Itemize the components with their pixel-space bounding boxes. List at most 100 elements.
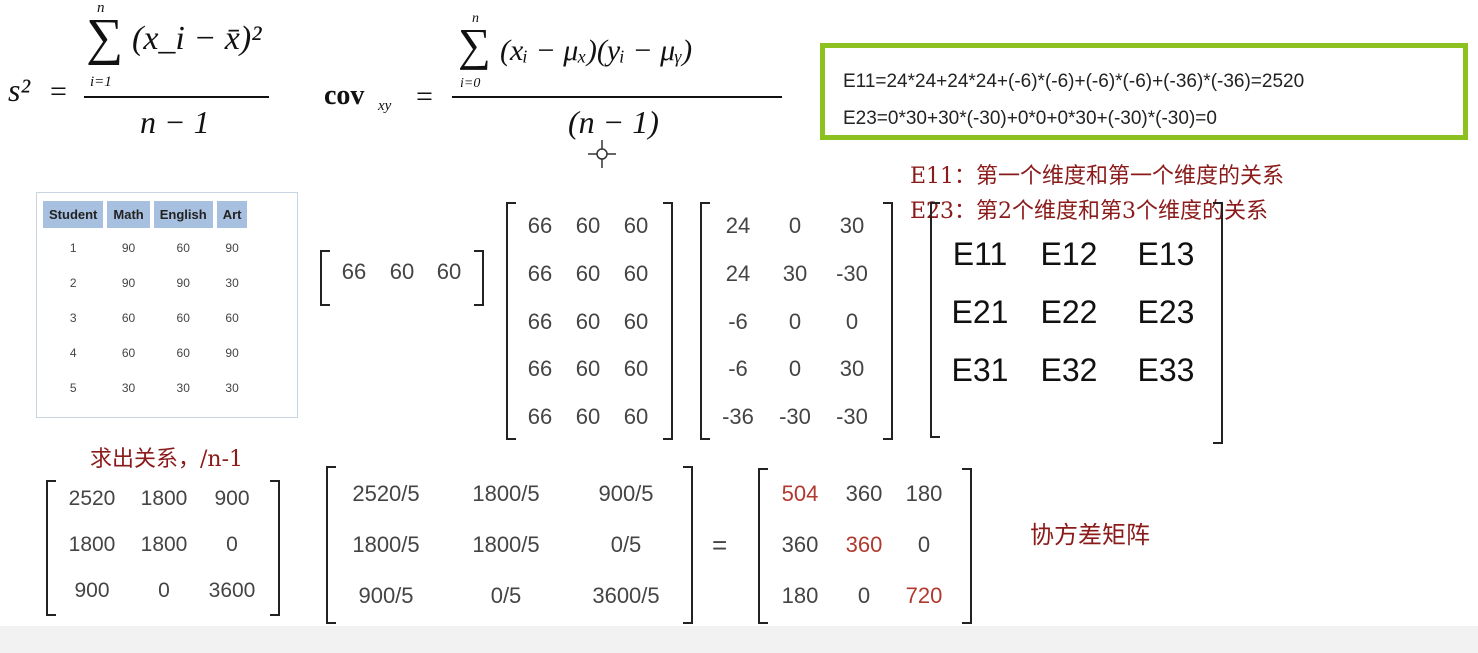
bracket-right <box>1213 202 1223 444</box>
bracket-right <box>474 250 484 306</box>
table-cell: 60 <box>121 310 136 325</box>
covariance-sigma-bottom: i=0 <box>460 76 481 91</box>
matrix-cell: 0 <box>226 533 238 556</box>
matrix-cell: E22 <box>1040 294 1098 330</box>
matrix-cell: E12 <box>1040 236 1098 272</box>
table-row: 4 60 60 90 <box>43 337 247 368</box>
covariance-denominator: (n − 1) <box>568 104 659 140</box>
bracket-left <box>326 466 336 624</box>
bracket-left <box>758 468 768 624</box>
matrix-cell: 3600/5 <box>592 583 660 608</box>
matrix-cell: 0 <box>788 213 802 238</box>
matrix-cell: 900/5 <box>598 481 654 506</box>
calculation-line-e11: E11=24*24+24*24+(-6)*(-6)+(-6)*(-6)+(-36… <box>843 71 1305 92</box>
matrix-cell: 360 <box>845 532 883 557</box>
matrix-cell: 60 <box>623 309 649 334</box>
table-cell: 30 <box>225 380 239 395</box>
table-cell: 3 <box>69 310 77 325</box>
matrix-cell: 0 <box>788 356 802 381</box>
table-cell: 30 <box>121 380 136 395</box>
note-cov-matrix: 协方差矩阵 <box>1030 521 1150 549</box>
matrix-cell: 66 <box>527 404 553 429</box>
matrix-cell: 0 <box>857 583 871 608</box>
table-cell: 4 <box>69 345 77 360</box>
matrix-cell: 3600 <box>208 579 256 602</box>
table-cell: 5 <box>69 380 77 395</box>
table-cell: 2 <box>69 275 77 290</box>
covariance-sigma: ∑ <box>458 19 491 70</box>
matrix-cell: 60 <box>623 404 649 429</box>
table-cell: 90 <box>121 275 136 290</box>
matrix-cell: 0 <box>158 579 170 602</box>
matrix-cell: 24 <box>725 261 751 286</box>
matrix-cell: 1800 <box>68 533 116 556</box>
covariance-equals: = <box>416 80 433 113</box>
matrix-cell: 900 <box>74 579 110 602</box>
matrix-cell: 66 <box>341 259 367 284</box>
table-cell: 60 <box>176 310 190 325</box>
table-cell: 30 <box>225 275 239 290</box>
variance-sigma-bottom: i=1 <box>90 74 112 90</box>
matrix-cell: 2520 <box>68 487 116 510</box>
variance-equals: = <box>50 75 67 108</box>
equals-sign: = <box>712 530 728 560</box>
matrix-cell: 720 <box>905 583 943 608</box>
bracket-left <box>320 250 330 306</box>
header-art: Art <box>216 201 248 228</box>
bracket-right <box>962 468 972 624</box>
matrix-cell: -30 <box>779 404 811 429</box>
variance-numerator-body: (x_i − x̄)² <box>132 20 262 57</box>
bracket-right <box>683 466 693 624</box>
matrix-cell: 1800/5 <box>472 481 540 506</box>
table-cell: 60 <box>121 345 136 360</box>
matrix-cell: 60 <box>623 356 649 381</box>
note-e11: E11：第一个维度和第一个维度的关系 <box>910 164 1285 189</box>
matrix-cell: 1800 <box>140 487 188 510</box>
matrix-cell: 1800/5 <box>352 532 420 557</box>
matrix-cell: 504 <box>781 481 819 506</box>
bracket-right <box>883 202 893 440</box>
covariance-fraction-bar <box>452 96 782 98</box>
table-header-row: Student Math English Art <box>43 201 248 228</box>
matrix-cell: E11 <box>952 236 1008 272</box>
table-row: 3 60 60 60 <box>43 302 247 333</box>
matrix-cell: 66 <box>527 309 553 334</box>
bracket-right <box>270 480 280 616</box>
note-relation: 求出关系，/n-1 <box>90 447 244 472</box>
matrix-cell: 30 <box>839 356 865 381</box>
matrix-cell: -6 <box>728 356 748 381</box>
table-cell: 90 <box>225 240 239 255</box>
matrix-cell: 0/5 <box>610 532 642 557</box>
matrix-cell: 30 <box>839 213 865 238</box>
student-table: Student Math English Art 1 90 60 90 2 90… <box>39 197 251 407</box>
calculation-box: E11=24*24+24*24+(-6)*(-6)+(-6)*(-6)+(-36… <box>820 43 1468 140</box>
matrix-cell: 0/5 <box>490 583 522 608</box>
variance-fraction-bar <box>84 96 269 98</box>
matrix-cell: 60 <box>575 404 601 429</box>
table-row: 1 90 60 90 <box>43 232 247 263</box>
matrix-cell: -6 <box>728 309 748 334</box>
variance-sigma: ∑ <box>86 9 124 66</box>
covariance-numerator-body: (xᵢ − μₓ)(yᵢ − μᵧ) <box>500 34 693 67</box>
matrix-cell: 60 <box>389 259 415 284</box>
table-cell: 90 <box>225 345 239 360</box>
table-cell: 60 <box>176 345 190 360</box>
matrix-cell: 180 <box>781 583 819 608</box>
header-math: Math <box>107 201 150 228</box>
matrix-cell: 360 <box>845 481 883 506</box>
matrix-cell: 66 <box>527 356 553 381</box>
matrix-cell: 60 <box>575 309 601 334</box>
calculation-line-e23: E23=0*30+30*(-30)+0*0+0*30+(-30)*(-30)=0 <box>843 108 1217 129</box>
matrix-cell: 60 <box>623 261 649 286</box>
matrix-cell: 60 <box>575 213 601 238</box>
matrix-cell: -36 <box>722 404 754 429</box>
matrix-cell: 30 <box>782 261 808 286</box>
matrix-cell: 60 <box>623 213 649 238</box>
student-table-container: Student Math English Art 1 90 60 90 2 90… <box>36 192 298 418</box>
matrix-cell: 1800/5 <box>472 532 540 557</box>
matrix-cell: -30 <box>836 404 868 429</box>
table-cell: 1 <box>69 240 77 255</box>
crosshair-cursor-icon <box>588 140 616 168</box>
matrix-cell: 66 <box>527 213 553 238</box>
bracket-left <box>506 202 516 440</box>
